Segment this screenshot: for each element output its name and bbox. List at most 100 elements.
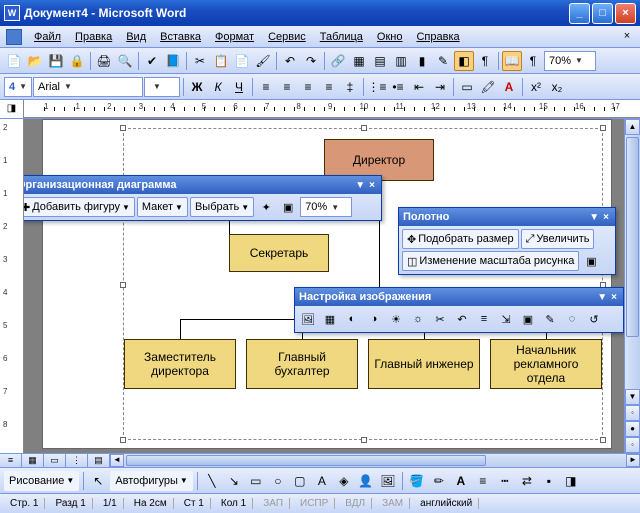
align-justify-icon[interactable]: ≡ (319, 77, 339, 97)
less-bright-icon[interactable]: ☼ (408, 309, 428, 329)
italic-button[interactable]: К (208, 77, 228, 97)
menu-insert[interactable]: Вставка (154, 29, 207, 45)
status-rec[interactable]: ЗАП (257, 498, 290, 509)
normal-view-icon[interactable]: ≡ (0, 454, 22, 467)
indent-icon[interactable]: ⇥ (430, 77, 450, 97)
fillcolor-icon[interactable]: 🪣 (407, 471, 427, 491)
print-icon[interactable]: 🖨 (94, 51, 114, 71)
undo-icon[interactable]: ↶ (280, 51, 300, 71)
doc-icon[interactable] (6, 29, 22, 45)
linecolor-icon[interactable]: ✏ (429, 471, 449, 491)
org-box-engineer[interactable]: Главный инженер (368, 339, 480, 389)
org-box-adhead[interactable]: Начальник рекламного отдела (490, 339, 602, 389)
canvas-toolbar[interactable]: Полотно▼× ✥Подобрать размер ⤢Увеличить ◫… (398, 207, 616, 275)
fontcolor-draw-icon[interactable]: A (451, 471, 471, 491)
toolbar-options-icon[interactable]: ▼ (587, 212, 601, 223)
scroll-thumb[interactable] (626, 137, 639, 337)
cut-icon[interactable]: ✂ (190, 51, 210, 71)
horizontal-scrollbar[interactable]: ◄ ► (110, 454, 640, 467)
font-dropdown[interactable]: Arial▼ (33, 77, 143, 97)
bullet-list-icon[interactable]: •≡ (388, 77, 408, 97)
align-right-icon[interactable]: ≡ (298, 77, 318, 97)
numbered-list-icon[interactable]: ⋮≡ (367, 77, 387, 97)
autoformat-icon[interactable]: ✦ (256, 197, 276, 217)
status-trk[interactable]: ИСПР (294, 498, 335, 509)
picture-icon[interactable]: 🖼 (378, 471, 398, 491)
line-style-icon[interactable]: ≡ (474, 309, 494, 329)
diagram-icon[interactable]: ◈ (334, 471, 354, 491)
org-box-deputy[interactable]: Заместитель директора (124, 339, 236, 389)
outline-view-icon[interactable]: ⋮ (66, 454, 88, 467)
menu-window[interactable]: Окно (371, 29, 409, 45)
maximize-button[interactable]: □ (592, 3, 613, 24)
superscript-icon[interactable]: x² (526, 77, 546, 97)
toolbar-options-icon[interactable]: ▼ (595, 292, 609, 303)
read-icon[interactable]: 📖 (502, 51, 522, 71)
layout-button[interactable]: Макет▼ (137, 197, 188, 217)
outdent-icon[interactable]: ⇤ (409, 77, 429, 97)
scroll-down-icon[interactable]: ▼ (625, 389, 640, 405)
show-para-icon[interactable]: ¶ (475, 51, 495, 71)
format-pic-icon[interactable]: ✎ (540, 309, 560, 329)
orgchart-toolbar[interactable]: Организационная диаграмма▼× ✚Добавить фи… (24, 175, 382, 221)
select-objects-icon[interactable]: ↖ (88, 471, 108, 491)
linewidth-icon[interactable]: ≡ (473, 471, 493, 491)
copy-icon[interactable]: 📋 (211, 51, 231, 71)
scroll-up-icon[interactable]: ▲ (625, 119, 640, 135)
select-button[interactable]: Выбрать▼ (190, 197, 254, 217)
doc-close-button[interactable]: × (620, 30, 634, 44)
rotate-left-icon[interactable]: ↶ (452, 309, 472, 329)
redo-icon[interactable]: ↷ (301, 51, 321, 71)
underline-button[interactable]: Ч (229, 77, 249, 97)
textwrap-icon[interactable]: ▣ (278, 197, 298, 217)
scale-button[interactable]: ◫Изменение масштаба рисунка (402, 251, 579, 271)
highlight-icon[interactable]: 🖍 (478, 77, 498, 97)
menu-view[interactable]: Вид (120, 29, 152, 45)
more-bright-icon[interactable]: ☀ (386, 309, 406, 329)
expand-button[interactable]: ⤢Увеличить (521, 229, 595, 249)
menu-tools[interactable]: Сервис (262, 29, 312, 45)
docmap-icon[interactable]: ◧ (454, 51, 474, 71)
3d-icon[interactable]: ◨ (561, 471, 581, 491)
align-left-icon[interactable]: ≡ (256, 77, 276, 97)
autoshapes-menu[interactable]: Автофигуры▼ (110, 471, 193, 491)
border-icon[interactable]: ▭ (457, 77, 477, 97)
rect-tool-icon[interactable]: ▭ (246, 471, 266, 491)
add-shape-button[interactable]: ✚Добавить фигуру▼ (24, 197, 135, 217)
print-view-icon[interactable]: ▭ (44, 454, 66, 467)
fontcolor-icon[interactable]: A (499, 77, 519, 97)
arrow-tool-icon[interactable]: ↘ (224, 471, 244, 491)
hyperlink-icon[interactable]: 🔗 (328, 51, 348, 71)
style-dropdown[interactable]: 4▼ (4, 77, 32, 97)
format-painter-icon[interactable]: 🖌 (253, 51, 273, 71)
web-view-icon[interactable]: ▦ (22, 454, 44, 467)
textwrap-pic-icon[interactable]: ▣ (518, 309, 538, 329)
subscript-icon[interactable]: x₂ (547, 77, 567, 97)
status-ext[interactable]: ВДЛ (339, 498, 372, 509)
spell-icon[interactable]: ✔ (142, 51, 162, 71)
document-canvas[interactable]: Директор Секретарь Заместитель директора… (24, 119, 640, 453)
menu-help[interactable]: Справка (410, 29, 465, 45)
minimize-button[interactable]: _ (569, 3, 590, 24)
zoom-dropdown[interactable]: 70%▼ (544, 51, 596, 71)
insert-table-icon[interactable]: ▤ (370, 51, 390, 71)
toolbar-close-icon[interactable]: × (367, 180, 377, 191)
tables-borders-icon[interactable]: ▦ (349, 51, 369, 71)
shadow-icon[interactable]: ▪ (539, 471, 559, 491)
menu-format[interactable]: Формат (209, 29, 260, 45)
reading-view-icon[interactable]: ▤ (88, 454, 110, 467)
status-lang[interactable]: английский (414, 498, 479, 509)
drawing-menu[interactable]: Рисование▼ (4, 471, 79, 491)
menu-file[interactable]: Файл (28, 29, 67, 45)
prev-page-icon[interactable]: ◦ (625, 405, 640, 421)
excel-icon[interactable]: ▥ (391, 51, 411, 71)
wordart-icon[interactable]: A (312, 471, 332, 491)
research-icon[interactable]: 📘 (163, 51, 183, 71)
permission-icon[interactable]: 🔒 (67, 51, 87, 71)
org-box-accountant[interactable]: Главный бухгалтер (246, 339, 358, 389)
orgchart-zoom-dropdown[interactable]: 70%▼ (300, 197, 352, 217)
paste-icon[interactable]: 📄 (232, 51, 252, 71)
picture-toolbar[interactable]: Настройка изображения▼× 🖼 ▦ ◐ ◑ ☀ ☼ ✂ ↶ … (294, 287, 624, 333)
close-button[interactable]: × (615, 3, 636, 24)
color-icon[interactable]: ▦ (320, 309, 340, 329)
